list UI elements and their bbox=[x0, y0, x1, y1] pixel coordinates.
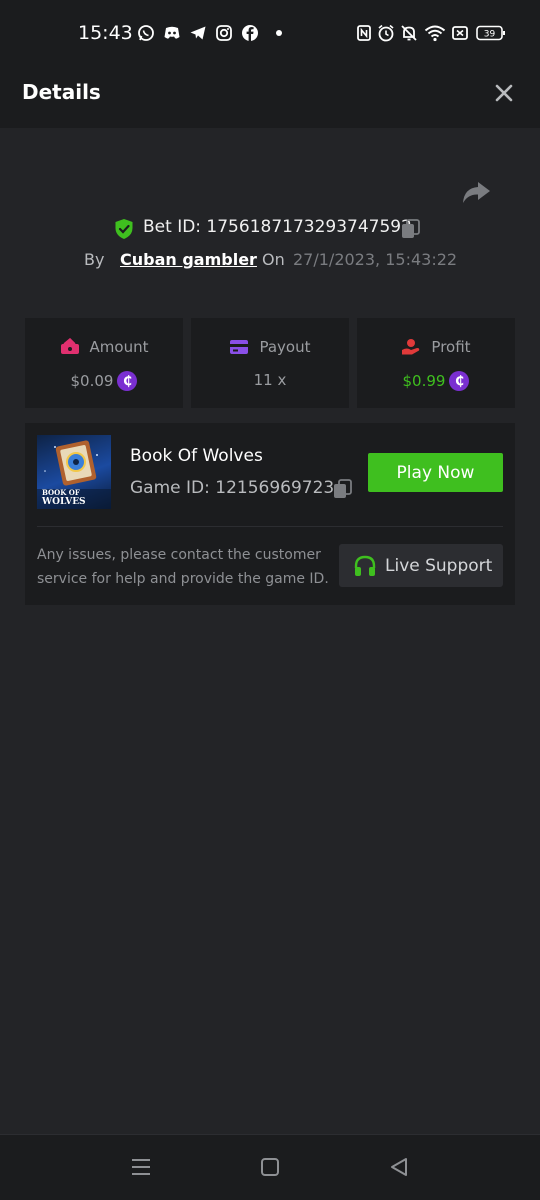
coin-icon: ₵ bbox=[117, 371, 138, 391]
stat-value: 11 x bbox=[253, 371, 287, 389]
support-note: Any issues, please contact the customer … bbox=[37, 547, 329, 587]
mute-icon bbox=[400, 24, 418, 42]
live-support-label: Live Support bbox=[385, 555, 493, 576]
nfc-icon bbox=[355, 24, 373, 42]
status-bar: 15:43 39 bbox=[0, 0, 540, 56]
stat-value: $0.99 bbox=[402, 372, 446, 390]
on-label: On bbox=[262, 250, 285, 269]
copy-game-id-button[interactable] bbox=[332, 478, 354, 500]
system-nav-bar bbox=[0, 1134, 540, 1200]
stat-label: Payout bbox=[259, 338, 311, 356]
user-link[interactable]: Cuban gambler bbox=[120, 250, 257, 269]
back-icon bbox=[391, 1158, 407, 1176]
battery-icon: 39 bbox=[476, 24, 506, 42]
telegram-icon bbox=[189, 24, 207, 42]
menu-icon bbox=[132, 1159, 150, 1175]
battery-level: 39 bbox=[484, 30, 496, 40]
copy-icon bbox=[402, 219, 420, 238]
wifi-icon bbox=[424, 24, 446, 42]
stat-value: $0.09 bbox=[70, 372, 114, 390]
home-icon bbox=[261, 1158, 279, 1176]
share-icon bbox=[463, 182, 490, 203]
divider bbox=[37, 526, 503, 527]
stat-card-payout: Payout 11 x bbox=[191, 318, 349, 408]
game-thumbnail-art: BOOK OF WOLVES bbox=[37, 440, 111, 509]
live-support-button[interactable]: Live Support bbox=[339, 544, 503, 587]
thumb-title-2: WOLVES bbox=[41, 497, 86, 507]
alarm-icon bbox=[377, 24, 395, 42]
status-time: 15:43 bbox=[78, 22, 133, 44]
stat-card-amount: Amount $0.09 ₵ bbox=[25, 318, 183, 408]
game-thumbnail[interactable]: BOOK OF WOLVES bbox=[37, 435, 111, 509]
game-id: Game ID: 12156969723 bbox=[130, 478, 335, 498]
facebook-icon bbox=[241, 24, 259, 42]
stat-label: Profit bbox=[431, 338, 471, 356]
play-now-button[interactable]: Play Now bbox=[368, 453, 503, 492]
verified-shield-icon bbox=[115, 219, 133, 239]
nav-home-button[interactable] bbox=[258, 1155, 282, 1179]
stat-label: Amount bbox=[89, 338, 149, 356]
coin-icon: ₵ bbox=[449, 371, 470, 391]
whatsapp-icon bbox=[137, 24, 155, 42]
amount-icon bbox=[60, 338, 79, 354]
copy-bet-id-button[interactable] bbox=[400, 218, 422, 240]
nav-back-button[interactable] bbox=[387, 1155, 411, 1179]
dot-icon bbox=[270, 24, 288, 42]
close-button[interactable] bbox=[490, 79, 518, 107]
copy-icon bbox=[334, 479, 352, 498]
page-title: Details bbox=[22, 80, 101, 104]
payout-icon bbox=[230, 340, 249, 354]
stat-card-profit: Profit $0.99 ₵ bbox=[357, 318, 515, 408]
bet-id: Bet ID: 1756187173293747592 bbox=[143, 217, 412, 237]
nav-menu-button[interactable] bbox=[129, 1155, 153, 1179]
discord-icon bbox=[163, 24, 181, 42]
by-label: By bbox=[84, 250, 105, 269]
instagram-icon bbox=[215, 24, 233, 42]
thumb-title-1: BOOK OF bbox=[42, 488, 80, 497]
bet-date: 27/1/2023, 15:43:22 bbox=[293, 250, 458, 269]
game-card: BOOK OF WOLVES Book Of Wolves Game ID: 1… bbox=[25, 423, 515, 605]
header: Details bbox=[0, 56, 540, 128]
headset-icon bbox=[354, 555, 376, 576]
share-button[interactable] bbox=[460, 178, 492, 206]
profit-icon bbox=[402, 339, 420, 355]
sim-off-icon bbox=[451, 24, 469, 42]
game-name[interactable]: Book Of Wolves bbox=[130, 446, 263, 466]
close-icon bbox=[495, 84, 513, 102]
